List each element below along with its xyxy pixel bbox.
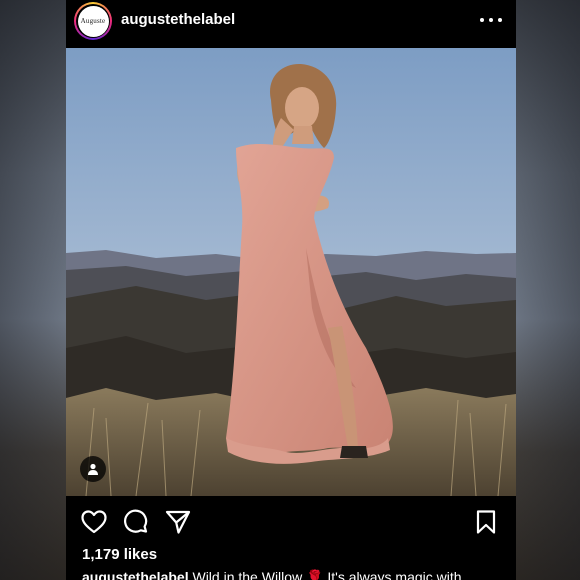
avatar[interactable]: Auguste <box>77 5 109 37</box>
story-ring[interactable]: Auguste <box>74 2 112 40</box>
user-tag-icon[interactable] <box>80 456 106 482</box>
post-caption: augustethelabel Wild in the Willow 🌹 It'… <box>82 569 512 580</box>
action-bar <box>66 505 516 539</box>
heart-icon[interactable] <box>80 508 108 536</box>
caption-username[interactable]: augustethelabel <box>82 569 189 580</box>
comment-icon[interactable] <box>122 508 150 536</box>
instagram-post: Auguste augustethelabel 1,179 likes augu… <box>66 0 516 580</box>
post-username[interactable]: augustethelabel <box>121 11 235 28</box>
caption-text: Wild in the Willow 🌹 It's always magic w… <box>188 569 462 580</box>
post-photo[interactable] <box>66 48 516 496</box>
bookmark-icon[interactable] <box>472 508 500 536</box>
post-header: Auguste augustethelabel <box>66 0 516 48</box>
photo-illustration <box>66 48 516 496</box>
like-count[interactable]: 1,179 likes <box>82 546 157 563</box>
more-options-icon[interactable] <box>480 10 502 30</box>
send-icon[interactable] <box>164 508 192 536</box>
